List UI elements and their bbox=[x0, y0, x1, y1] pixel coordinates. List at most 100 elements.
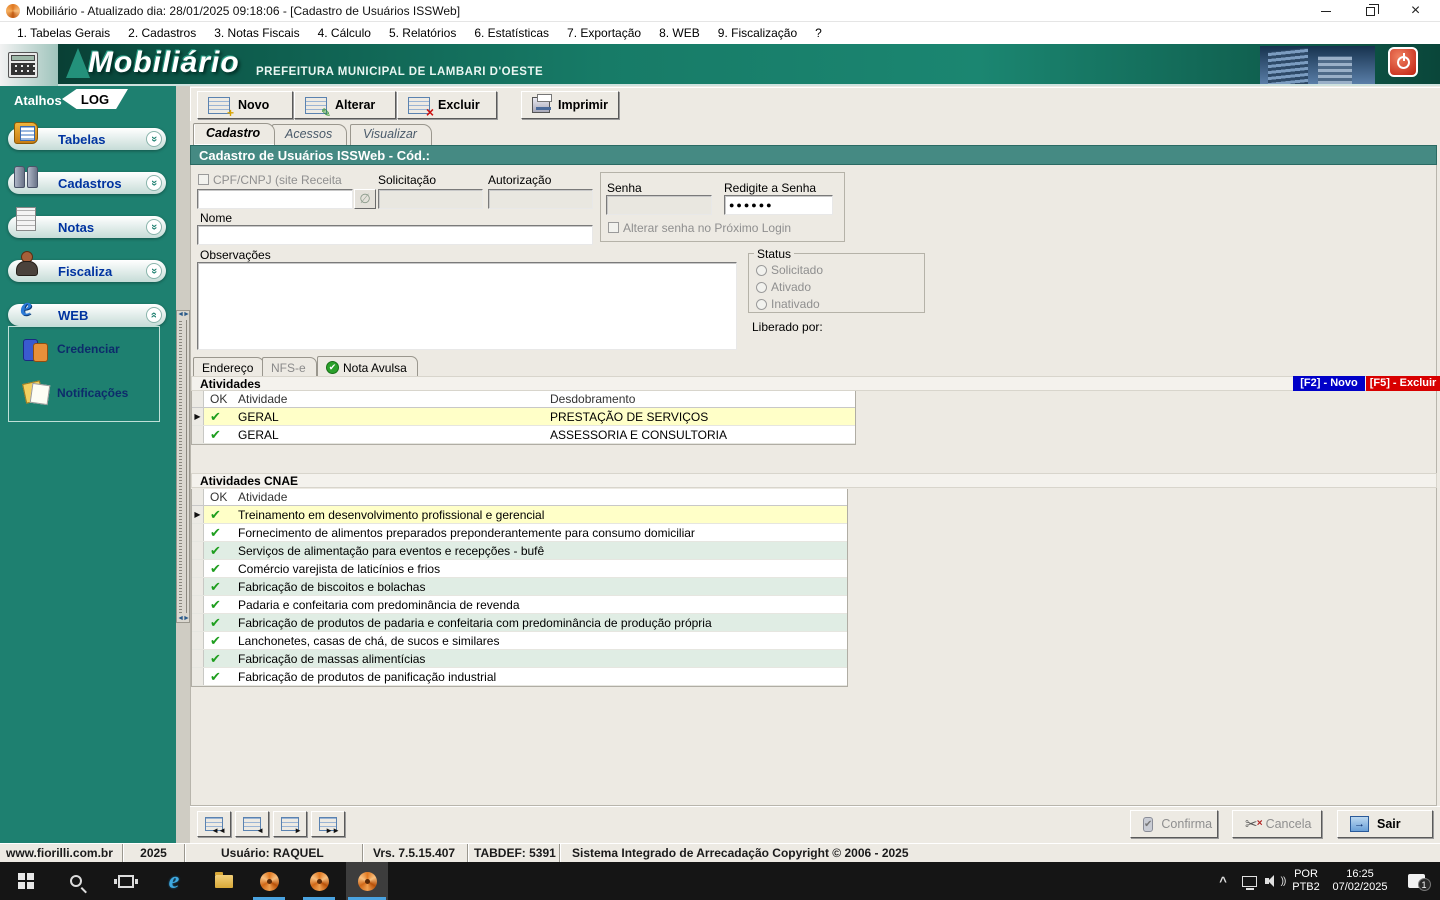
alterar-senha-label: Alterar senha no Próximo Login bbox=[623, 221, 792, 235]
tab-visualizar[interactable]: Visualizar bbox=[350, 124, 432, 145]
confirma-button[interactable]: ✔ Confirma bbox=[1130, 810, 1218, 838]
sidebar-item-credenciar[interactable]: Credenciar bbox=[23, 337, 120, 362]
alterar-button[interactable]: ✎ Alterar bbox=[294, 91, 396, 119]
table-row[interactable]: ✔ Fabricação de produtos de padaria e co… bbox=[192, 614, 847, 632]
table-row[interactable]: ✔ Comércio varejista de laticínios e fri… bbox=[192, 560, 847, 578]
app-banner: Mobiliário PREFEITURA MUNICIPAL DE LAMBA… bbox=[0, 44, 1440, 86]
menu-notas-fiscais[interactable]: 3. Notas Fiscais bbox=[205, 24, 308, 42]
table-row[interactable]: ▶ ✔ Treinamento em desenvolvimento profi… bbox=[192, 506, 847, 524]
taskbar-app3-button[interactable] bbox=[347, 862, 387, 900]
col-desdobramento: Desdobramento bbox=[550, 392, 636, 406]
cancela-button[interactable]: ✂ × Cancela bbox=[1232, 810, 1322, 838]
cpf-checkbox[interactable] bbox=[198, 174, 209, 185]
cpf-input[interactable] bbox=[197, 189, 353, 209]
nav-previous-button[interactable]: ◄ bbox=[235, 811, 269, 837]
splitter-arrows-icon[interactable]: ◄► bbox=[177, 311, 190, 318]
splitter-arrows-icon[interactable]: ◄► bbox=[177, 615, 190, 622]
nav-last-button[interactable]: ►► bbox=[311, 811, 345, 837]
table-row[interactable]: ✔ Padaria e confeitaria com predominânci… bbox=[192, 596, 847, 614]
subtab-nfse[interactable]: NFS-e bbox=[262, 357, 317, 376]
redigite-senha-label: Redigite a Senha bbox=[724, 181, 817, 195]
restore-button[interactable] bbox=[1348, 0, 1393, 22]
novo-button[interactable]: + Novo bbox=[197, 91, 293, 119]
volume-tray-button[interactable]: )) bbox=[1260, 862, 1290, 900]
taskbar-search-button[interactable] bbox=[56, 862, 96, 900]
menu-relatorios[interactable]: 5. Relatórios bbox=[380, 24, 465, 42]
menu-cadastros[interactable]: 2. Cadastros bbox=[119, 24, 205, 42]
power-button[interactable] bbox=[1388, 47, 1418, 77]
start-button[interactable] bbox=[6, 862, 46, 900]
log-badge[interactable]: LOG bbox=[62, 89, 128, 109]
sidebar-item-label: Credenciar bbox=[57, 342, 120, 356]
radio-ativado[interactable] bbox=[756, 282, 767, 293]
excluir-button[interactable]: × Excluir bbox=[397, 91, 497, 119]
chevron-down-icon[interactable]: » bbox=[146, 219, 162, 235]
menu-web[interactable]: 8. WEB bbox=[650, 24, 709, 42]
table-row[interactable]: ✔ GERAL ASSESSORIA E CONSULTORIA bbox=[192, 426, 855, 444]
sidebar-item-notificacoes[interactable]: Notificações bbox=[23, 381, 128, 405]
autorizacao-input[interactable] bbox=[488, 189, 593, 209]
marker-column bbox=[192, 524, 204, 541]
nav-next-button[interactable]: ► bbox=[273, 811, 307, 837]
taskbar-app1-button[interactable] bbox=[249, 862, 289, 900]
nav-first-button[interactable]: ◄◄ bbox=[197, 811, 231, 837]
nav-last-icon: ►► bbox=[319, 817, 340, 835]
menu-calculo[interactable]: 4. Cálculo bbox=[309, 24, 380, 42]
chevron-down-icon[interactable]: » bbox=[146, 131, 162, 147]
table-row[interactable]: ✔ Serviços de alimentação para eventos e… bbox=[192, 542, 847, 560]
imprimir-button[interactable]: Imprimir bbox=[521, 91, 619, 119]
status-version: Vrs. 7.5.15.407 bbox=[363, 844, 468, 862]
tab-acessos[interactable]: Acessos bbox=[272, 124, 348, 145]
redigite-senha-input[interactable]: ●●●●●● bbox=[724, 195, 833, 215]
table-row[interactable]: ▶ ✔ GERAL PRESTAÇÃO DE SERVIÇOS bbox=[192, 408, 855, 426]
chevron-down-icon[interactable]: » bbox=[146, 263, 162, 279]
observacoes-textarea[interactable] bbox=[197, 262, 737, 350]
network-tray-button[interactable] bbox=[1236, 862, 1262, 900]
marker-column bbox=[192, 596, 204, 613]
subtab-nota-avulsa[interactable]: ✔ Nota Avulsa bbox=[317, 356, 418, 376]
radio-solicitado[interactable] bbox=[756, 265, 767, 276]
chevron-down-icon[interactable]: » bbox=[146, 175, 162, 191]
taskbar-app2-button[interactable] bbox=[299, 862, 339, 900]
tab-cadastro[interactable]: Cadastro bbox=[193, 123, 276, 145]
marker-column bbox=[192, 632, 204, 649]
close-button[interactable]: × bbox=[1393, 0, 1438, 22]
subtab-endereco[interactable]: Endereço bbox=[193, 357, 265, 376]
table-row[interactable]: ✔ Lanchonetes, casas de chá, de sucos e … bbox=[192, 632, 847, 650]
green-check-icon: ✔ bbox=[326, 361, 339, 374]
nav-next-icon: ► bbox=[281, 817, 302, 835]
minimize-button[interactable] bbox=[1303, 0, 1348, 22]
taskbar-ie-button[interactable]: e bbox=[154, 862, 194, 900]
language-tray-button[interactable]: POR PTB2 bbox=[1288, 862, 1324, 900]
sair-button[interactable]: → Sair bbox=[1337, 810, 1433, 838]
table-row[interactable]: ✔ Fabricação de produtos de panificação … bbox=[192, 668, 847, 686]
senha-input[interactable] bbox=[606, 195, 712, 215]
sidebar-splitter[interactable]: ◄► ◄► bbox=[176, 310, 190, 623]
selected-row-marker-icon: ▶ bbox=[192, 408, 204, 425]
taskbar-explorer-button[interactable] bbox=[204, 862, 244, 900]
table-row[interactable]: ✔ Fabricação de massas alimentícias bbox=[192, 650, 847, 668]
clock-tray-button[interactable]: 16:25 07/02/2025 bbox=[1324, 862, 1396, 900]
app-icon bbox=[6, 3, 20, 18]
nome-input[interactable] bbox=[197, 225, 593, 245]
col-ok: OK bbox=[210, 490, 228, 504]
task-view-button[interactable] bbox=[106, 862, 146, 900]
tray-chevron-button[interactable]: ^ bbox=[1210, 862, 1236, 900]
radio-inativado[interactable] bbox=[756, 299, 767, 310]
alterar-senha-checkbox[interactable] bbox=[608, 222, 619, 233]
notification-center-button[interactable]: 1 bbox=[1398, 862, 1434, 900]
menu-tabelas-gerais[interactable]: 1. Tabelas Gerais bbox=[8, 24, 119, 42]
menu-exportacao[interactable]: 7. Exportação bbox=[558, 24, 650, 42]
menu-fiscalizacao[interactable]: 9. Fiscalização bbox=[709, 24, 806, 42]
f5-excluir-badge: [F5] - Excluir bbox=[1366, 376, 1440, 391]
delete-record-icon: × bbox=[408, 96, 434, 119]
solicitacao-input[interactable] bbox=[378, 189, 483, 209]
table-row[interactable]: ✔ Fabricação de biscoitos e bolachas bbox=[192, 578, 847, 596]
chevron-up-icon[interactable]: » bbox=[146, 307, 162, 323]
cpf-lookup-button[interactable]: ∅ bbox=[354, 189, 376, 209]
menu-estatisticas[interactable]: 6. Estatísticas bbox=[465, 24, 558, 42]
form-title: Cadastro de Usuários ISSWeb - Cód.: bbox=[190, 145, 1437, 165]
table-row[interactable]: ✔ Fornecimento de alimentos preparados p… bbox=[192, 524, 847, 542]
menu-help[interactable]: ? bbox=[806, 24, 831, 42]
fiorilli-app-icon bbox=[309, 871, 329, 891]
